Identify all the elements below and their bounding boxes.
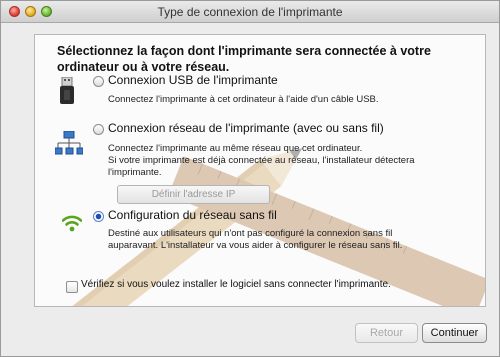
content-panel: Sélectionnez la façon dont l'imprimante … xyxy=(34,34,486,307)
back-button[interactable]: Retour xyxy=(355,323,418,343)
wifi-icon xyxy=(62,215,82,232)
set-ip-address-button[interactable]: Définir l'adresse IP xyxy=(117,185,270,204)
network-description-line: Connectez l'imprimante au même réseau qu… xyxy=(108,143,363,154)
continue-button[interactable]: Continuer xyxy=(422,323,487,343)
wireless-setup-label[interactable]: Configuration du réseau sans fil xyxy=(108,208,277,222)
window-title: Type de connexion de l'imprimante xyxy=(157,5,343,19)
install-without-printer-label[interactable]: Vérifiez si vous voulez installer le log… xyxy=(81,279,391,290)
usb-connection-description: Connectez l'imprimante à cet ordinateur … xyxy=(108,94,379,106)
network-connection-description: Connectez l'imprimante au même réseau qu… xyxy=(108,143,415,179)
install-without-printer-checkbox[interactable] xyxy=(66,281,78,293)
usb-connection-radio[interactable] xyxy=(93,76,104,87)
network-description-line: l'imprimante. xyxy=(108,167,162,178)
installer-window: Type de connexion de l'imprimante Sélect… xyxy=(0,0,500,357)
usb-icon xyxy=(60,77,74,104)
wireless-setup-description: Destiné aux utilisateurs qui n'ont pas c… xyxy=(108,228,402,252)
title-bar: Type de connexion de l'imprimante xyxy=(1,1,499,23)
network-icon xyxy=(55,131,83,155)
heading-line-1: Sélectionnez la façon dont l'imprimante … xyxy=(57,44,431,58)
network-connection-label[interactable]: Connexion réseau de l'imprimante (avec o… xyxy=(108,121,384,135)
wireless-setup-radio[interactable] xyxy=(93,211,104,222)
network-description-line: Si votre imprimante est déjà connectée a… xyxy=(108,155,415,166)
page-heading: Sélectionnez la façon dont l'imprimante … xyxy=(57,43,467,75)
usb-description-line: Connectez l'imprimante à cet ordinateur … xyxy=(108,94,379,105)
wireless-description-line: auparavant. L'installateur va vous aider… xyxy=(108,240,403,251)
usb-connection-label[interactable]: Connexion USB de l'imprimante xyxy=(108,73,278,87)
wireless-description-line: Destiné aux utilisateurs qui n'ont pas c… xyxy=(108,228,393,239)
network-connection-radio[interactable] xyxy=(93,124,104,135)
